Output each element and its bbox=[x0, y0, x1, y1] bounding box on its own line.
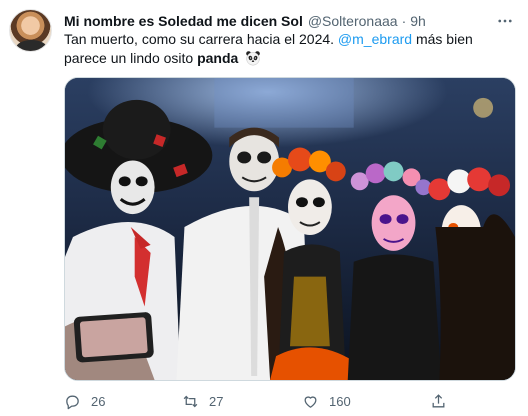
author-name[interactable]: Mi nombre es Soledad me dicen Sol bbox=[64, 13, 303, 29]
separator-dot: · bbox=[401, 13, 407, 29]
heart-icon bbox=[304, 395, 317, 408]
like-button[interactable]: 160 bbox=[302, 393, 351, 410]
more-horizontal-icon bbox=[498, 19, 512, 23]
panda-emoji bbox=[246, 51, 261, 66]
retweet-icon bbox=[183, 395, 198, 407]
retweet-button[interactable]: 27 bbox=[182, 393, 223, 410]
tweet-text: Tan muerto, como su carrera hacia el 202… bbox=[64, 30, 516, 68]
like-count: 160 bbox=[329, 393, 351, 409]
avatar[interactable] bbox=[9, 9, 52, 52]
retweet-count: 27 bbox=[209, 393, 224, 409]
bold-word: panda bbox=[197, 50, 239, 66]
reply-button[interactable]: 26 bbox=[64, 393, 105, 410]
reply-icon bbox=[66, 395, 79, 409]
tweet-timestamp[interactable]: 9h bbox=[410, 13, 426, 29]
tweet-photo[interactable] bbox=[64, 77, 516, 381]
photo-image bbox=[65, 78, 515, 380]
tweet-actions: 26 27 160 bbox=[64, 390, 516, 412]
more-options-button[interactable] bbox=[494, 10, 516, 32]
share-button[interactable] bbox=[430, 393, 457, 410]
author-handle[interactable]: @Solteronaaa bbox=[308, 13, 398, 29]
tweet-card[interactable]: Mi nombre es Soledad me dicen Sol @Solte… bbox=[0, 0, 528, 416]
mention-link[interactable]: @m_ebrard bbox=[338, 31, 412, 47]
share-icon bbox=[432, 393, 445, 407]
tweet-header: Mi nombre es Soledad me dicen Sol @Solte… bbox=[64, 11, 488, 31]
reply-count: 26 bbox=[91, 393, 106, 409]
tweet-text-part1: Tan muerto, como su carrera hacia el 202… bbox=[64, 31, 335, 47]
